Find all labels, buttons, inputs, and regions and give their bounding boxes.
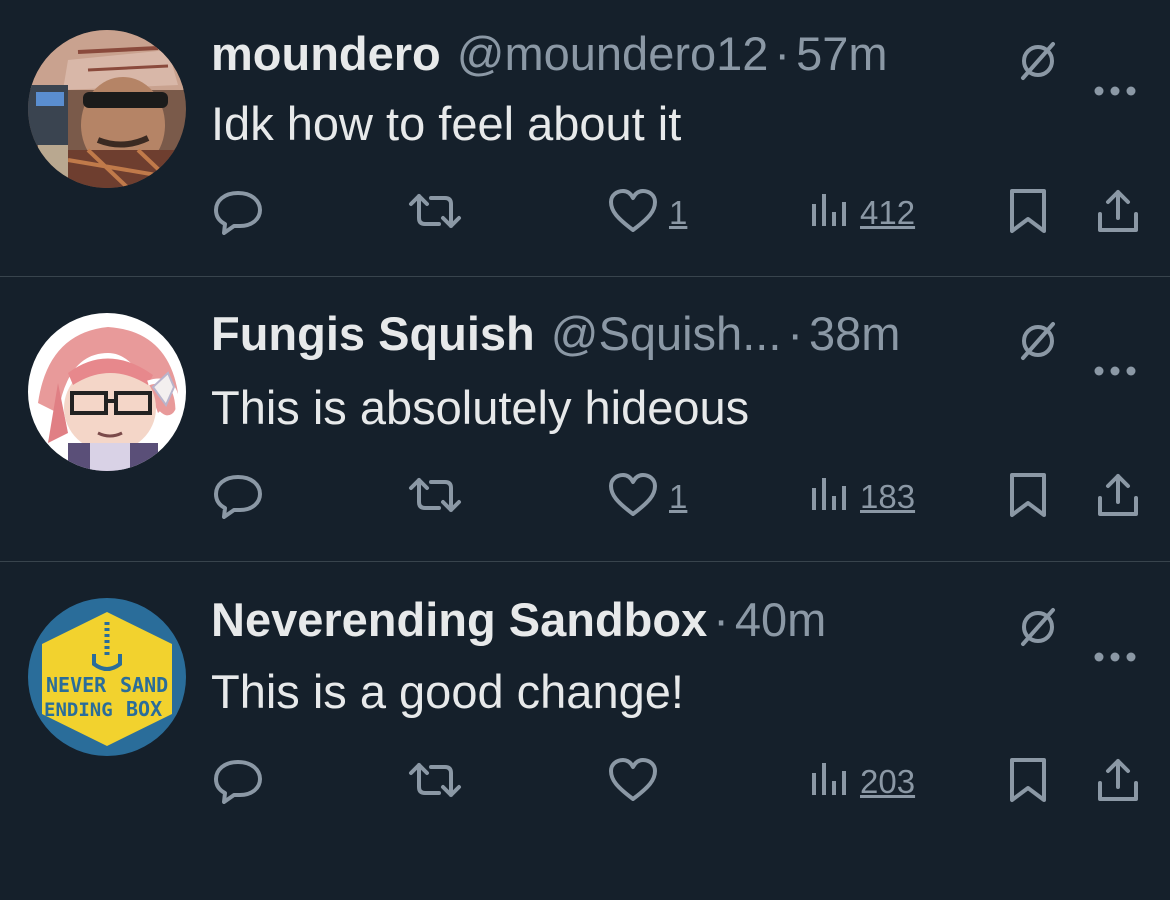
grok-icon[interactable] <box>1017 34 1059 98</box>
avatar[interactable] <box>28 313 186 471</box>
reply-icon <box>212 756 264 809</box>
views-count[interactable]: 203 <box>860 763 915 801</box>
logo-text-never: NEVER <box>46 673 107 697</box>
display-name[interactable]: Neverending Sandbox <box>211 588 707 652</box>
username[interactable]: @moundero12 <box>457 22 769 86</box>
share-button[interactable] <box>1096 472 1140 522</box>
reply-icon <box>212 187 264 240</box>
reply-button[interactable] <box>212 188 264 238</box>
more-icon[interactable] <box>1093 49 1137 113</box>
username[interactable]: @Squish... <box>551 302 782 366</box>
share-button[interactable] <box>1096 757 1140 807</box>
views-icon <box>810 190 850 237</box>
retweet-button[interactable] <box>407 757 463 807</box>
like-count[interactable]: 1 <box>669 478 687 516</box>
retweet-icon <box>407 188 463 239</box>
bookmark-button[interactable] <box>1008 472 1048 522</box>
like-count[interactable]: 1 <box>669 194 687 232</box>
views-count[interactable]: 412 <box>860 194 915 232</box>
tweet-header: moundero @moundero12 · 57m <box>211 22 1140 96</box>
reply-icon <box>212 471 264 524</box>
views-icon <box>810 474 850 521</box>
tweet-actions: 1 183 <box>0 472 1170 522</box>
tweet-text: This is a good change! <box>211 665 684 718</box>
like-button[interactable] <box>607 757 659 807</box>
tweet-text: Idk how to feel about it <box>211 97 682 150</box>
views-count[interactable]: 183 <box>860 478 915 516</box>
tweet-actions: 203 <box>0 757 1170 807</box>
tweet-header: Fungis Squish @Squish... · 38m <box>211 302 1140 376</box>
share-button[interactable] <box>1096 188 1140 238</box>
more-icon[interactable] <box>1093 329 1137 393</box>
tweet-actions: 1 412 <box>0 188 1170 238</box>
retweet-button[interactable] <box>407 472 463 522</box>
share-icon <box>1096 472 1140 523</box>
more-icon[interactable] <box>1093 615 1137 679</box>
like-icon <box>607 472 659 523</box>
logo-text-box: BOX <box>126 697 162 721</box>
separator-dot: · <box>713 593 729 646</box>
views-button[interactable]: 412 <box>810 188 915 238</box>
like-icon <box>607 188 659 239</box>
reply-button[interactable] <box>212 472 264 522</box>
avatar[interactable] <box>28 30 186 188</box>
tweet[interactable]: moundero @moundero12 · 57m Idk how to fe… <box>0 0 1170 277</box>
grok-icon[interactable] <box>1017 600 1059 664</box>
tweet-text: This is absolutely hideous <box>211 381 750 434</box>
separator-dot: · <box>774 27 791 80</box>
like-button[interactable]: 1 <box>607 472 687 522</box>
display-name[interactable]: Fungis Squish <box>211 302 535 366</box>
avatar[interactable]: NEVER ENDING SAND BOX <box>28 598 186 756</box>
logo-text-ending: ENDING <box>44 699 113 721</box>
display-name[interactable]: moundero <box>211 22 441 86</box>
bookmark-icon <box>1008 756 1048 809</box>
bookmark-button[interactable] <box>1008 188 1048 238</box>
timestamp[interactable]: 40m <box>735 588 826 652</box>
share-icon <box>1096 188 1140 239</box>
timeline-feed: moundero @moundero12 · 57m Idk how to fe… <box>0 0 1170 900</box>
tweet-header: Neverending Sandbox · 40m <box>211 588 1140 662</box>
like-icon <box>607 757 659 808</box>
retweet-icon <box>407 757 463 808</box>
logo-text-sand: SAND <box>120 673 168 697</box>
like-button[interactable]: 1 <box>607 188 687 238</box>
bookmark-button[interactable] <box>1008 757 1048 807</box>
retweet-button[interactable] <box>407 188 463 238</box>
views-button[interactable]: 203 <box>810 757 915 807</box>
views-icon <box>810 759 850 806</box>
separator-dot: · <box>787 307 804 360</box>
grok-icon[interactable] <box>1017 314 1059 378</box>
bookmark-icon <box>1008 471 1048 524</box>
reply-button[interactable] <box>212 757 264 807</box>
views-button[interactable]: 183 <box>810 472 915 522</box>
tweet[interactable]: NEVER ENDING SAND BOX Neverending Sandbo… <box>0 562 1170 900</box>
share-icon <box>1096 757 1140 808</box>
tweet[interactable]: Fungis Squish @Squish... · 38m This is a… <box>0 277 1170 562</box>
timestamp[interactable]: 38m <box>809 302 900 366</box>
bookmark-icon <box>1008 187 1048 240</box>
timestamp[interactable]: 57m <box>796 22 887 86</box>
retweet-icon <box>407 472 463 523</box>
